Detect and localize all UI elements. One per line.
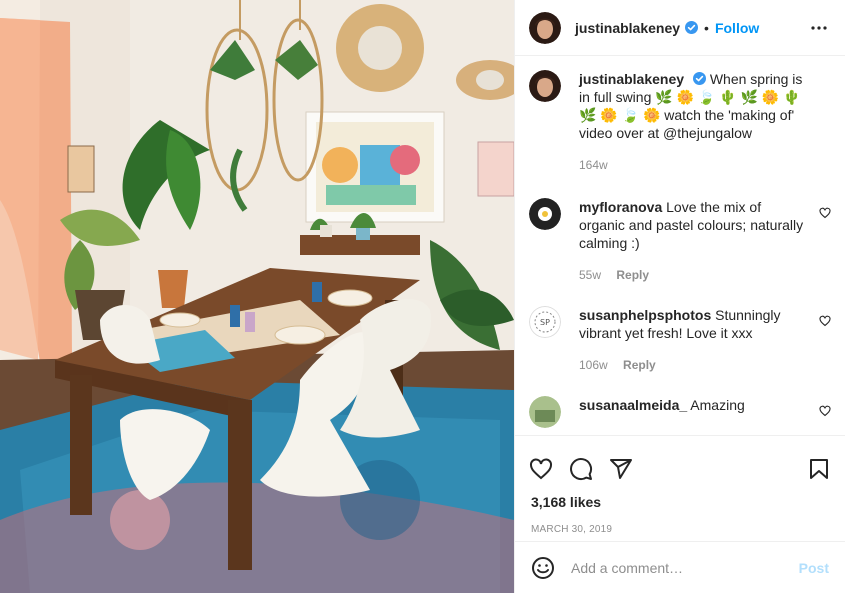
verified-badge-icon [685, 21, 699, 34]
reply-button[interactable]: Reply [616, 268, 649, 282]
caption-username[interactable]: justinablakeney [579, 71, 684, 87]
post-side-panel: justinablakeney • Follow justinablakeney [514, 0, 845, 593]
comment-text: Amazing [690, 397, 745, 413]
svg-text:SP: SP [540, 318, 550, 327]
share-icon[interactable] [609, 457, 633, 481]
likes-count[interactable]: 3,168 likes [515, 488, 845, 510]
separator-dot: • [704, 19, 709, 36]
comment-meta: 106w Reply [579, 356, 809, 374]
add-comment-bar: Post [515, 541, 845, 593]
comment-avatar[interactable] [529, 396, 561, 428]
post-date[interactable]: MARCH 30, 2019 [515, 510, 845, 535]
post-comment-button[interactable]: Post [799, 560, 829, 576]
comment-icon[interactable] [569, 457, 593, 481]
post-actions: 3,168 likes MARCH 30, 2019 Post [515, 435, 845, 593]
dining-room-photo [0, 0, 514, 593]
emoji-icon[interactable] [531, 556, 555, 580]
comment-like-heart-icon[interactable] [819, 206, 831, 219]
post-username[interactable]: justinablakeney [575, 20, 680, 36]
comment-body: susanaalmeida_ Amazing [579, 396, 809, 428]
comment-username[interactable]: susanphelpsphotos [579, 307, 711, 323]
comment-username[interactable]: myfloranova [579, 199, 662, 215]
comment-meta: 55w Reply [579, 266, 809, 284]
follow-button[interactable]: Follow [715, 20, 759, 36]
verified-badge-icon [692, 71, 706, 85]
caption-age: 164w [579, 158, 608, 172]
comment-item: susanaalmeida_ Amazing [529, 396, 831, 428]
comment-body: susanphelpsphotos Stunningly vibrant yet… [579, 306, 809, 374]
more-options-icon[interactable] [807, 16, 831, 40]
reply-button[interactable]: Reply [623, 358, 656, 372]
comment-input[interactable] [571, 559, 799, 576]
action-icons [515, 436, 845, 488]
comment-age: 55w [579, 268, 602, 282]
heart-icon[interactable] [529, 457, 553, 481]
comment-avatar[interactable] [529, 198, 561, 230]
comment-like-heart-icon[interactable] [819, 404, 831, 417]
caption-avatar[interactable] [529, 70, 561, 102]
caption-meta: 164w [579, 156, 809, 174]
comment-body: myfloranova Love the mix of organic and … [579, 198, 809, 284]
caption: justinablakeney When spring is in full s… [529, 70, 831, 174]
comment-item: SP susanphelpsphotos Stunningly vibrant … [529, 306, 831, 374]
caption-body: justinablakeney When spring is in full s… [579, 70, 809, 174]
instagram-post-view: justinablakeney • Follow justinablakeney [0, 0, 845, 593]
comment-username[interactable]: susanaalmeida_ [579, 397, 687, 413]
comment-avatar[interactable]: SP [529, 306, 561, 338]
post-header: justinablakeney • Follow [515, 0, 845, 56]
comment-item: myfloranova Love the mix of organic and … [529, 198, 831, 284]
avatar-image [529, 11, 561, 44]
comment-like-heart-icon[interactable] [819, 314, 831, 327]
bookmark-icon[interactable] [807, 457, 831, 481]
avatar[interactable] [529, 11, 561, 44]
comments-list[interactable]: justinablakeney When spring is in full s… [515, 56, 845, 435]
post-photo[interactable] [0, 0, 514, 593]
comment-age: 106w [579, 358, 608, 372]
